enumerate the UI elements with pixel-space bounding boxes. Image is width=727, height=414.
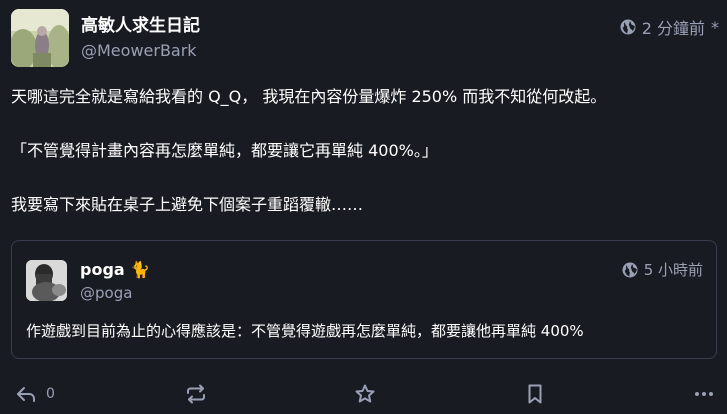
author-handle[interactable]: @MeowerBark — [81, 41, 197, 60]
avatar-image — [11, 9, 69, 67]
reply-icon — [17, 387, 35, 402]
timestamp-text: 2 分鐘前 — [641, 19, 705, 38]
author-avatar[interactable] — [11, 9, 69, 67]
quoted-avatar-image — [26, 260, 67, 301]
more-button[interactable] — [692, 382, 716, 406]
action-bar: 0 — [0, 374, 727, 414]
quoted-author-avatar[interactable] — [26, 260, 67, 301]
status-post: 高敏人求生日記 @MeowerBark 2 分鐘前 * 天哪這完全就是寫給我看的… — [0, 0, 727, 414]
boost-icon — [187, 384, 205, 404]
more-icon — [695, 392, 713, 396]
boost-button[interactable] — [184, 382, 208, 406]
quoted-post[interactable]: poga 🐈 @poga 5 小時前 作遊戲到目前為止的心得應該是：不管覺得遊戲… — [11, 240, 717, 359]
quoted-author-name[interactable]: poga 🐈 — [80, 260, 150, 279]
author-display-name[interactable]: 高敏人求生日記 — [81, 11, 200, 36]
post-timestamp[interactable]: 2 分鐘前 * — [620, 15, 719, 39]
favourite-button[interactable] — [353, 382, 377, 406]
globe-icon — [622, 262, 638, 277]
cat-emoji: 🐈 — [130, 260, 151, 279]
post-content: 天哪這完全就是寫給我看的 Q_Q， 我現在內容份量爆炸 250% 而我不知從何改… — [11, 85, 717, 247]
reply-count: 0 — [46, 386, 55, 402]
quoted-timestamp[interactable]: 5 小時前 — [622, 259, 703, 280]
bookmark-icon — [528, 384, 542, 404]
reply-button[interactable]: 0 — [14, 382, 55, 406]
edited-mark: * — [711, 17, 719, 37]
post-paragraph: 「不管覺得計畫內容再怎麼單純，都要讓它再單純 400%。」 — [11, 141, 438, 160]
quoted-author-handle[interactable]: @poga — [80, 284, 132, 302]
quoted-post-text: 作遊戲到目前為止的心得應該是：不管覺得遊戲再怎麼單純，都要讓他再單純 400% — [26, 322, 584, 340]
globe-icon — [620, 19, 636, 35]
favourite-icon — [355, 384, 375, 403]
quoted-author-display-name: poga — [80, 260, 125, 279]
post-paragraph: 我要寫下來貼在桌子上避免下個案子重蹈覆轍…… — [11, 195, 364, 214]
post-paragraph: 天哪這完全就是寫給我看的 Q_Q， 我現在內容份量爆炸 250% 而我不知從何改… — [11, 87, 607, 106]
bookmark-button[interactable] — [523, 382, 547, 406]
quoted-timestamp-text: 5 小時前 — [643, 261, 703, 279]
